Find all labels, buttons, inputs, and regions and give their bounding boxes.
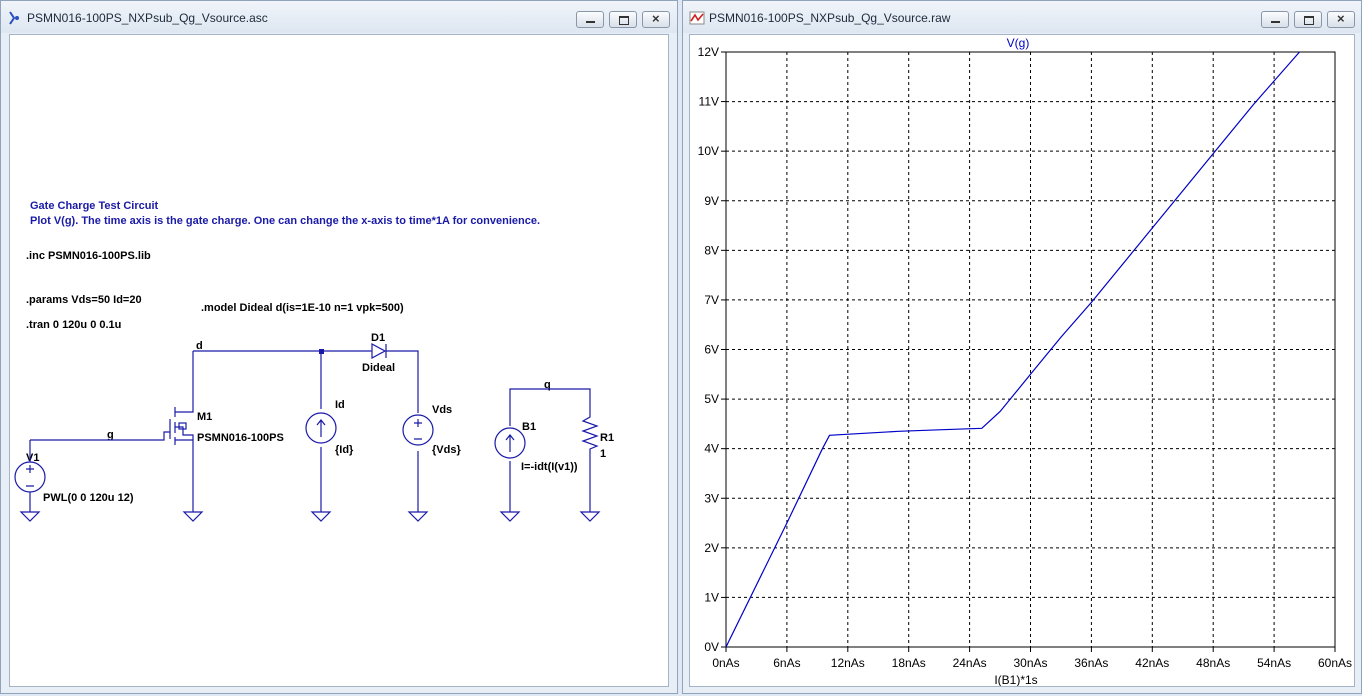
y-tick-label: 11V [699, 95, 719, 109]
x-tick-label: 36nAs [1074, 656, 1108, 670]
waveform-title: PSMN016-100PS_NXPsub_Qg_Vsource.raw [709, 11, 951, 25]
x-tick-label: 54nAs [1257, 656, 1291, 670]
close-button[interactable]: × [1327, 11, 1355, 28]
waveform-titlebar[interactable]: PSMN016-100PS_NXPsub_Qg_Vsource.raw × [683, 1, 1361, 33]
y-tick-label: 5V [704, 392, 719, 406]
schematic-drawing [14, 342, 601, 522]
plot-grid [725, 51, 1336, 648]
close-icon: × [652, 11, 660, 26]
close-button[interactable]: × [642, 11, 670, 28]
y-tick-label: 3V [704, 491, 719, 505]
x-tick-label: 18nAs [892, 656, 926, 670]
x-tick-label: 24nAs [953, 656, 987, 670]
d1-diode [370, 342, 388, 360]
y-tick-label: 10V [698, 144, 719, 158]
y-tick-label: 7V [704, 293, 719, 307]
schematic-canvas[interactable]: Gate Charge Test Circuit Plot V(g). The … [9, 34, 669, 687]
close-icon: × [1337, 11, 1345, 26]
y-tick-label: 0V [704, 640, 719, 654]
waveform-canvas[interactable]: V(g) I(B1)*1s 0nAs 6nAs 12nAs 18nAs 24nAs 30n… [689, 34, 1355, 687]
y-tick-label: 1V [704, 590, 719, 604]
x-tick-label: 12nAs [831, 656, 865, 670]
minimize-button[interactable] [576, 11, 604, 28]
x-tick-label: 6nAs [773, 656, 800, 670]
y-tick-label: 8V [704, 243, 719, 257]
y-tick-label: 2V [704, 541, 719, 555]
mosfet-m1 [169, 407, 194, 445]
schematic-window: PSMN016-100PS_NXPsub_Qg_Vsource.asc × Ga… [0, 0, 678, 694]
x-axis-label: I(B1)*1s [994, 673, 1037, 687]
x-tick-label: 30nAs [1013, 656, 1047, 670]
trace-label[interactable]: V(g) [1007, 36, 1030, 50]
ground-symbols [19, 511, 601, 522]
v1-source [14, 461, 46, 493]
x-tick-label: 48nAs [1196, 656, 1230, 670]
tick-labels: 0nAs 6nAs 12nAs 18nAs 24nAs 30nAs 36nAs 42nAs 48… [698, 45, 1352, 670]
schematic-title: PSMN016-100PS_NXPsub_Qg_Vsource.asc [27, 11, 268, 25]
b1-source [494, 427, 526, 459]
minimize-button[interactable] [1261, 11, 1289, 28]
x-tick-label: 42nAs [1135, 656, 1169, 670]
waveform-icon [689, 11, 705, 25]
y-tick-label: 6V [704, 343, 719, 357]
restore-button[interactable] [1294, 11, 1322, 28]
waveform-window: PSMN016-100PS_NXPsub_Qg_Vsource.raw × V(… [682, 0, 1362, 694]
waveform-plot[interactable]: V(g) I(B1)*1s 0nAs 6nAs 12nAs 18nAs 24nAs 30n… [690, 35, 1355, 687]
r1-resistor [581, 411, 599, 455]
wire-q [509, 388, 591, 426]
restore-button[interactable] [609, 11, 637, 28]
vds-source [402, 414, 434, 446]
id-current-source [305, 412, 337, 444]
y-tick-label: 4V [704, 442, 719, 456]
y-tick-label: 12V [698, 45, 719, 59]
y-tick-label: 9V [704, 194, 719, 208]
schematic-icon [9, 11, 19, 25]
junction-dot [319, 349, 324, 354]
x-tick-label: 60nAs [1318, 656, 1352, 670]
schematic-titlebar[interactable]: PSMN016-100PS_NXPsub_Qg_Vsource.asc × [1, 1, 677, 33]
wire-g [30, 431, 170, 441]
x-tick-label: 0nAs [712, 656, 739, 670]
